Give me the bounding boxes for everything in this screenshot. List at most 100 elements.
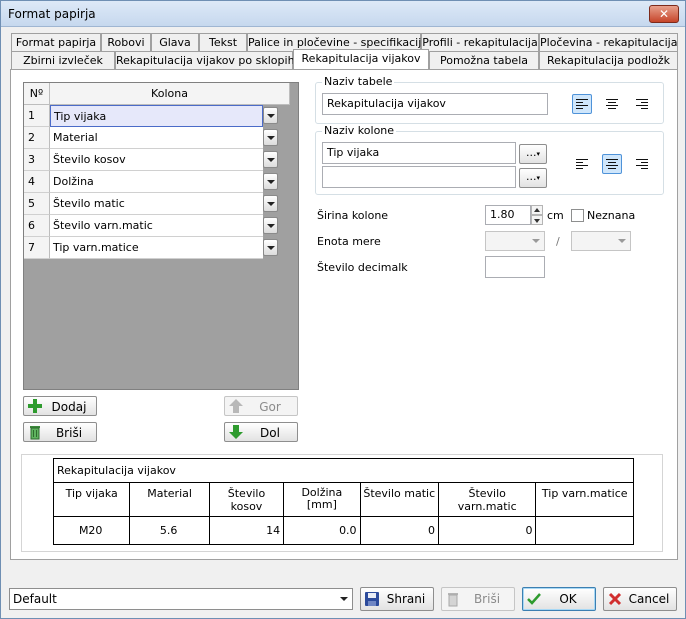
grid-cell-column[interactable]: Število varn.matic — [50, 215, 263, 237]
chevron-down-icon[interactable] — [263, 195, 278, 212]
chevron-down-icon — [618, 239, 626, 243]
tab-rekapitulacija-vijakov[interactable]: Rekapitulacija vijakov — [293, 49, 429, 69]
grid-row-number: 5 — [24, 193, 50, 215]
preview-cell: 14 — [208, 516, 285, 545]
preview-header: Število varn.matic — [437, 482, 537, 517]
trash-icon — [445, 591, 461, 607]
chevron-down-icon[interactable] — [263, 107, 278, 124]
grid-cell-column[interactable]: Dolžina — [50, 171, 263, 193]
unknown-width-checkbox[interactable] — [571, 209, 584, 222]
tab-rekapitulacija-vijakov-po-sklopih[interactable]: Rekapitulacija vijakov po sklopih — [115, 51, 295, 69]
tab-robovi[interactable]: Robovi — [101, 33, 151, 51]
format-papirja-dialog: Format papirja ✕ Format papirja Robovi G… — [0, 0, 686, 619]
preview-header: Dolžina [mm] — [283, 482, 361, 517]
columns-grid: Nº Kolona 1 Tip vijaka 2 Material 3 Štev… — [23, 82, 299, 390]
tab-glava[interactable]: Glava — [151, 33, 199, 51]
tab-format-papirja[interactable]: Format papirja — [11, 33, 101, 51]
table-preview: Rekapitulacija vijakov Tip vijaka Materi… — [21, 454, 663, 552]
chevron-down-icon — [532, 239, 540, 243]
cancel-button[interactable]: Cancel — [603, 587, 677, 611]
grid-cell-column[interactable]: Tip varn.matice — [50, 237, 263, 259]
align-right-icon[interactable] — [632, 94, 652, 114]
unit-of-measure-primary-select[interactable] — [485, 231, 545, 251]
grid-row-number: 3 — [24, 149, 50, 171]
column-width-unit: cm — [547, 209, 564, 222]
grid-row-number: 4 — [24, 171, 50, 193]
grid-cell-column[interactable]: Število kosov — [50, 149, 263, 171]
table-name-group: Naziv tabele Rekapitulacija vijakov — [315, 75, 664, 124]
grid-row-number: 7 — [24, 237, 50, 259]
unknown-width-label: Neznana — [587, 209, 636, 222]
column-name-line2-browse-button[interactable]: ...▾ — [519, 168, 547, 188]
preview-cell: 0 — [437, 516, 537, 545]
spin-up-icon[interactable] — [531, 205, 543, 215]
tab-tekst[interactable]: Tekst — [199, 33, 247, 51]
chevron-down-icon[interactable] — [263, 173, 278, 190]
ok-button[interactable]: OK — [522, 587, 596, 611]
column-width-input[interactable]: 1.80 — [485, 205, 531, 225]
add-column-button[interactable]: Dodaj — [23, 396, 97, 416]
arrow-up-icon — [228, 398, 244, 414]
trash-icon — [27, 424, 43, 440]
delete-preset-button[interactable]: Briši — [441, 587, 515, 611]
unit-of-measure-secondary-select[interactable] — [571, 231, 631, 251]
table-name-label: Naziv tabele — [322, 75, 395, 88]
align-left-icon[interactable] — [572, 94, 592, 114]
close-icon: ✕ — [658, 7, 670, 21]
column-name-line2-input[interactable] — [322, 166, 516, 188]
column-name-line1-browse-button[interactable]: ...▾ — [519, 144, 547, 164]
preview-cell — [535, 516, 634, 545]
column-width-label: Širina kolone — [317, 209, 389, 222]
decimals-label: Število decimalk — [317, 261, 408, 274]
decimals-input[interactable] — [485, 256, 545, 278]
grid-header-number: Nº — [24, 83, 50, 105]
close-button[interactable]: ✕ — [649, 5, 679, 23]
unit-separator: / — [556, 235, 560, 248]
chevron-down-icon[interactable] — [263, 151, 278, 168]
preview-header: Tip vijaka — [52, 482, 131, 517]
preset-select[interactable]: Default — [9, 588, 353, 610]
align-center-icon[interactable] — [602, 154, 622, 174]
plus-icon — [27, 398, 43, 414]
grid-cell-column[interactable]: Tip vijaka — [50, 105, 263, 127]
preview-title: Rekapitulacija vijakov — [53, 458, 634, 483]
checkmark-icon — [526, 591, 542, 607]
move-up-button[interactable]: Gor — [224, 396, 298, 416]
grid-header-column: Kolona — [50, 83, 290, 105]
tab-zbirni-izvlecek[interactable]: Zbirni izvleček — [11, 51, 115, 69]
title-bar: Format papirja ✕ — [1, 1, 685, 27]
spin-down-icon[interactable] — [531, 215, 543, 225]
grid-row-number: 1 — [24, 105, 50, 127]
save-button[interactable]: Shrani — [360, 587, 434, 611]
align-center-icon[interactable] — [602, 94, 622, 114]
window-title: Format papirja — [8, 7, 96, 21]
preview-header: Število matic — [359, 482, 439, 517]
tab-pomozna-tabela[interactable]: Pomožna tabela — [429, 51, 539, 69]
preview-cell: 0.0 — [283, 516, 361, 545]
tab-plocevina-rekapitulacija[interactable]: Pločevina - rekapitulacija — [539, 33, 678, 51]
close-icon — [607, 591, 623, 607]
unit-of-measure-label: Enota mere — [317, 235, 381, 248]
chevron-down-icon[interactable] — [263, 217, 278, 234]
align-right-icon[interactable] — [632, 154, 652, 174]
chevron-down-icon[interactable] — [263, 239, 278, 256]
floppy-disk-icon — [364, 591, 380, 607]
table-name-input[interactable]: Rekapitulacija vijakov — [322, 93, 548, 115]
delete-column-button[interactable]: Briši — [23, 422, 97, 442]
align-left-icon[interactable] — [572, 154, 592, 174]
move-down-button[interactable]: Dol — [224, 422, 298, 442]
preview-cell: 5.6 — [129, 516, 210, 545]
column-name-group: Naziv kolone Tip vijaka ...▾ ...▾ — [315, 124, 664, 195]
chevron-down-icon[interactable] — [263, 129, 278, 146]
preview-cell: M20 — [52, 516, 131, 545]
grid-cell-column[interactable]: Material — [50, 127, 263, 149]
tab-profili-rekapitulacija[interactable]: Profili - rekapitulacija — [421, 33, 539, 51]
tab-rekapitulacija-podlozk[interactable]: Rekapitulacija podložk — [539, 51, 678, 69]
column-name-line1-input[interactable]: Tip vijaka — [322, 142, 516, 164]
chevron-down-icon — [340, 597, 348, 601]
tab-panel-rekapitulacija-vijakov: Nº Kolona 1 Tip vijaka 2 Material 3 Štev… — [10, 69, 678, 560]
preview-table: Rekapitulacija vijakov Tip vijaka Materi… — [52, 458, 634, 545]
grid-cell-column[interactable]: Število matic — [50, 193, 263, 215]
preview-header: Tip varn.matice — [535, 482, 634, 517]
column-name-label: Naziv kolone — [322, 124, 397, 137]
